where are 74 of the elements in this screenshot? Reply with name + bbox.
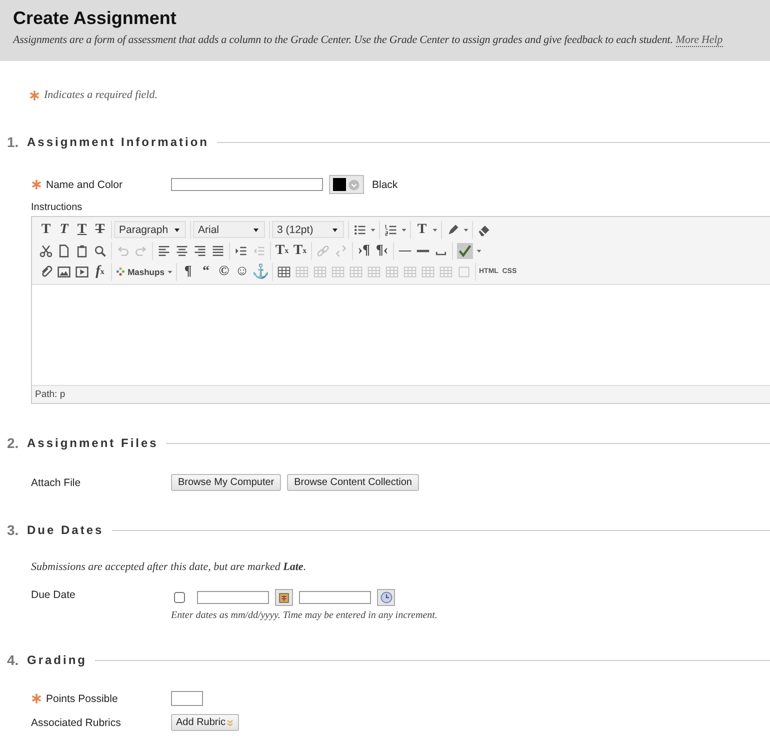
field-label: Due Date [31,589,76,601]
section-number: 1. [6,134,20,150]
table-icon[interactable] [277,264,291,278]
dropdown-arrow-icon [173,226,181,234]
help-link[interactable]: More Help [676,34,723,47]
field-label: Name and Color [46,178,122,190]
clipboard-icon[interactable] [75,244,89,258]
section-title: Grading [27,653,88,667]
color-name: Black [372,178,398,190]
dots-icon [116,267,125,276]
page-title: Create Assignment [13,7,178,29]
toolbar-button[interactable]: ¶ [179,264,197,280]
justify-icon[interactable] [211,244,225,258]
paperclip-icon[interactable] [39,264,53,278]
bullet-list-icon[interactable] [353,222,367,236]
calendar-button[interactable] [275,589,293,606]
search-icon[interactable] [93,244,107,258]
field-label: Points Possible [46,692,118,704]
name-field[interactable] [171,178,323,191]
toolbar-button[interactable]: © [215,264,233,280]
checkbox[interactable] [174,592,185,603]
toolbar-button[interactable]: ☺ [233,264,251,280]
clock-button[interactable] [377,589,395,606]
align-right-icon[interactable] [193,244,207,258]
color-picker[interactable] [329,175,364,194]
toolbar-dropdown[interactable]: Arial [193,221,265,238]
page-icon[interactable] [57,244,71,258]
browse-button[interactable]: Browse Content Collection [287,474,419,491]
section-title: Assignment Files [27,436,158,450]
numbered-list-icon[interactable] [384,222,398,236]
field-label: Attach File [31,476,81,488]
section-number: 4. [6,652,20,668]
path-indicator: Path: p [35,389,66,400]
video-icon[interactable] [75,264,89,278]
chevron-icon [348,178,360,190]
section-title: Due Dates [27,523,104,537]
toolbar-button[interactable]: T [413,222,431,238]
asterisk-icon [29,90,40,100]
section-number: 3. [6,522,20,538]
toolbar-dropdown[interactable]: Paragraph [114,221,186,238]
double-chevron-icon [226,718,234,726]
toolbar-button[interactable]: “ [197,264,215,280]
page-description: Assignments are a form of assessment that adds a column to the Grade Center. Use the Grade Center to assign grades and give feedback to each student. [13,34,673,47]
hint-text: Enter dates as mm/dd/yyyy. Time may be entered in any increment. [171,610,438,621]
scissors-icon[interactable] [39,244,53,258]
pen-icon[interactable] [446,222,460,236]
add-rubric-button[interactable]: Add Rubric [171,714,240,731]
section-number: 2. [6,435,20,451]
toolbar-button[interactable]: ›¶ [355,242,373,258]
browse-button[interactable]: Browse My Computer [171,474,282,491]
dropdown-arrow-icon [331,226,339,234]
toolbar-button[interactable]: ¶‹ [373,242,391,258]
field-label: Instructions [31,202,84,214]
toolbar-button[interactable]: T [55,222,73,238]
align-left-icon[interactable] [157,244,171,258]
dropdown-arrow-icon [252,226,260,234]
toolbar-button[interactable]: ⚓ [251,264,270,280]
toolbar-button[interactable]: T [37,222,55,238]
toolbar-button[interactable]: T [73,222,91,238]
field-label: Associated Rubrics [31,716,121,728]
calendar-icon [278,592,290,604]
toolbar-dropdown[interactable]: 3 (12pt) [272,221,344,238]
instruction-text: Submissions are accepted after this date, but are marked Late. [31,561,306,573]
section-title: Assignment Information [27,135,210,149]
clock-icon [380,591,392,604]
mashups-button[interactable]: Mashups [114,264,166,280]
align-center-icon[interactable] [175,244,189,258]
toolbar-button[interactable]: T [91,222,109,238]
required-note: Indicates a required field. [44,89,158,101]
date-field[interactable] [197,591,269,604]
time-field[interactable] [299,591,371,604]
points-field[interactable] [171,691,203,706]
check-icon[interactable] [457,242,473,258]
image-icon[interactable] [57,264,71,278]
